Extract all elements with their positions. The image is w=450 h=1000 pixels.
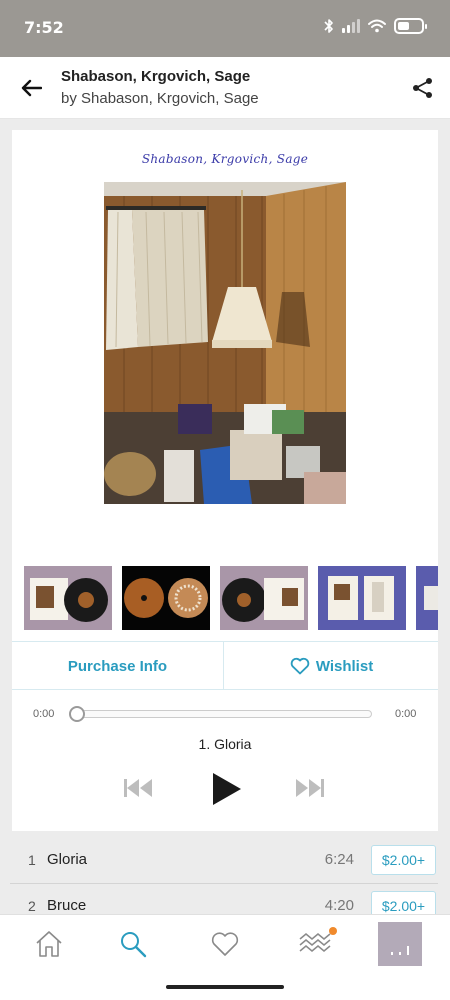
back-button[interactable]: [18, 75, 44, 101]
back-arrow-icon: [21, 79, 42, 97]
status-time: 7:52: [24, 18, 64, 37]
track-row[interactable]: 1 Gloria 6:24 $2.00+: [10, 838, 438, 884]
album-card: Shabason, Krgovich, Sage Purchase Info W…: [12, 130, 438, 831]
thumbnail-vinyl-gatefold[interactable]: [24, 566, 112, 630]
notification-dot: [329, 927, 337, 935]
status-bar: 7:52: [0, 0, 450, 57]
progress-knob[interactable]: [69, 706, 85, 722]
thumbnail-more[interactable]: [416, 566, 438, 630]
battery-icon: [394, 18, 427, 34]
home-icon[interactable]: [34, 929, 64, 959]
track-number: 1: [28, 852, 36, 868]
next-track-icon[interactable]: [294, 776, 326, 800]
page-title: Shabason, Krgovich, Sage: [61, 68, 251, 85]
artist-subtitle[interactable]: by Shabason, Krgovich, Sage: [61, 90, 259, 107]
app-header: Shabason, Krgovich, Sage by Shabason, Kr…: [0, 57, 450, 119]
wifi-icon: [368, 19, 386, 33]
thumbnail-cassette[interactable]: [318, 566, 406, 630]
purchase-info-button[interactable]: Purchase Info: [12, 642, 224, 690]
wishlist-label: Wishlist: [315, 657, 374, 675]
bluetooth-icon: [324, 19, 333, 33]
feed-button[interactable]: [298, 927, 337, 959]
thumbnail-vinyl-labels[interactable]: [122, 566, 210, 630]
heart-outline-icon: [290, 657, 310, 675]
track-price-button[interactable]: $2.00+: [371, 845, 436, 875]
feed-icon: [299, 933, 331, 952]
purchase-info-label: Purchase Info: [67, 657, 168, 675]
cellular-signal-icon: [342, 19, 360, 33]
progress-bar[interactable]: [72, 710, 372, 718]
now-playing-thumbnail[interactable]: [378, 922, 422, 966]
image-thumbnail-strip[interactable]: [12, 566, 438, 632]
album-handwritten-title: Shabason, Krgovich, Sage: [141, 152, 309, 166]
thumbnail-vinyl-insert[interactable]: [220, 566, 308, 630]
search-icon[interactable]: [118, 929, 148, 959]
wishlist-button[interactable]: Wishlist: [225, 642, 438, 690]
track-title: Gloria: [47, 851, 88, 868]
track-title: Bruce: [47, 897, 87, 914]
track-duration: 6:24: [324, 851, 354, 868]
home-indicator: [166, 985, 284, 989]
action-row: Purchase Info Wishlist: [12, 641, 438, 690]
share-icon[interactable]: [410, 75, 436, 101]
track-duration: 4:20: [324, 897, 354, 914]
now-playing-track: 1. Gloria: [198, 736, 252, 752]
status-icons: [324, 17, 427, 35]
album-cover-image[interactable]: [104, 182, 346, 504]
previous-track-icon[interactable]: [122, 776, 154, 800]
play-icon[interactable]: [210, 771, 244, 807]
heart-icon[interactable]: [210, 929, 240, 959]
total-time: 0:00: [395, 708, 417, 720]
elapsed-time: 0:00: [33, 708, 55, 720]
track-number: 2: [28, 898, 36, 914]
